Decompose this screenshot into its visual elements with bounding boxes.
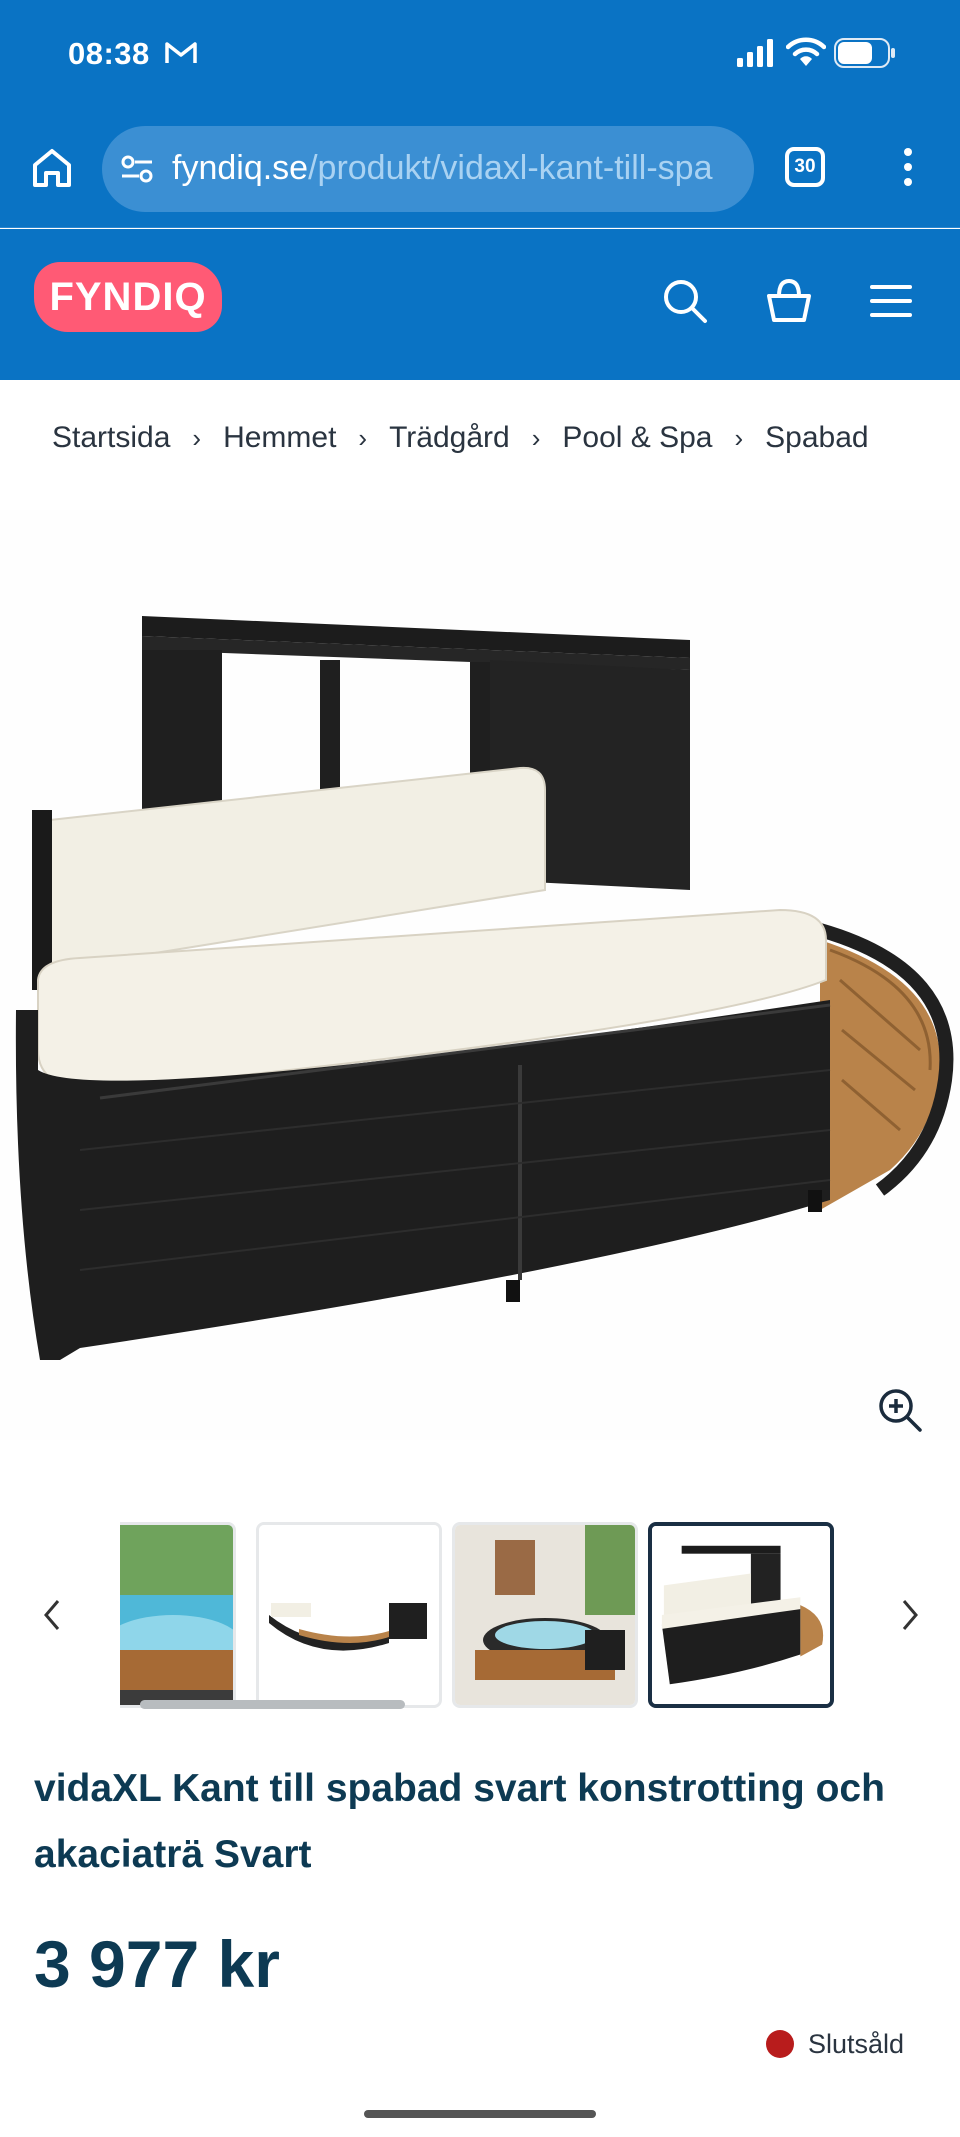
site-settings-icon[interactable] [120,153,154,185]
breadcrumb-item-hemmet[interactable]: Hemmet [223,421,336,455]
thumbnail-image [652,1526,830,1704]
chevron-right-icon: › [192,422,202,453]
stock-status: Slutsåld [766,2026,904,2062]
address-bar[interactable]: fyndiq.se/produkt/vidaxl-kant-till-spa [102,126,754,212]
status-dot [766,2030,794,2058]
chevron-right-icon: › [358,422,368,453]
thumbnail-2[interactable] [256,1522,442,1708]
status-bar: 08:38 [0,0,960,110]
breadcrumb-item-startsida[interactable]: Startsida [52,421,170,455]
thumbnail-image [259,1525,439,1705]
breadcrumb-item-spabad[interactable]: Spabad [765,421,868,455]
zoom-in-icon[interactable] [876,1386,924,1434]
search-icon[interactable] [660,276,710,326]
status-time: 08:38 [68,36,150,71]
tab-count-button[interactable]: 30 [785,147,825,187]
url-path: /produkt/vidaxl-kant-till-spa [308,149,713,187]
thumbnail-scrollbar[interactable] [140,1700,405,1709]
thumbnail-4[interactable] [648,1522,834,1708]
menu-icon[interactable] [866,276,916,326]
signal-icon [737,39,773,67]
battery-icon [834,38,895,68]
basket-icon[interactable] [764,276,814,326]
thumbnail-3[interactable] [452,1522,638,1708]
mail-icon [165,42,197,63]
breadcrumb: Startsida › Hemmet › Trädgård › Pool & S… [52,418,869,458]
thumbnail-image [455,1525,635,1705]
breadcrumb-item-tradgard[interactable]: Trädgård [389,421,510,455]
thumbnail-image [120,1525,233,1705]
chevron-right-icon[interactable] [894,1595,924,1635]
url-domain: fyndiq.se [172,149,309,187]
chevron-right-icon: › [734,422,744,453]
fyndiq-logo[interactable]: FYNDIQ [34,262,222,332]
browser-toolbar: fyndiq.se/produkt/vidaxl-kant-till-spa 3… [0,110,960,228]
thumbnail-1[interactable] [120,1522,236,1708]
product-price: 3 977 kr [34,1927,280,2001]
home-icon[interactable] [30,146,74,190]
stock-status-label: Slutsåld [808,2028,905,2059]
product-title: vidaXL Kant till spabad svart konstrotti… [34,1767,885,1876]
site-header: FYNDIQ [0,229,960,380]
more-vertical-icon[interactable] [898,148,918,190]
thumbnail-strip [120,1518,840,1714]
breadcrumb-item-pool-spa[interactable]: Pool & Spa [562,421,712,455]
page: 08:38 fyndiq.se/produkt/vidaxl-kant-till… [0,0,960,2137]
home-indicator[interactable] [364,2110,596,2118]
url-text[interactable]: fyndiq.se/produkt/vidaxl-kant-till-spa [172,149,742,189]
wifi-icon [786,37,826,66]
chevron-right-icon: › [531,422,541,453]
product-image[interactable] [0,510,960,1440]
spa-surround-illustration [15,616,954,1360]
chevron-left-icon[interactable] [38,1595,68,1635]
